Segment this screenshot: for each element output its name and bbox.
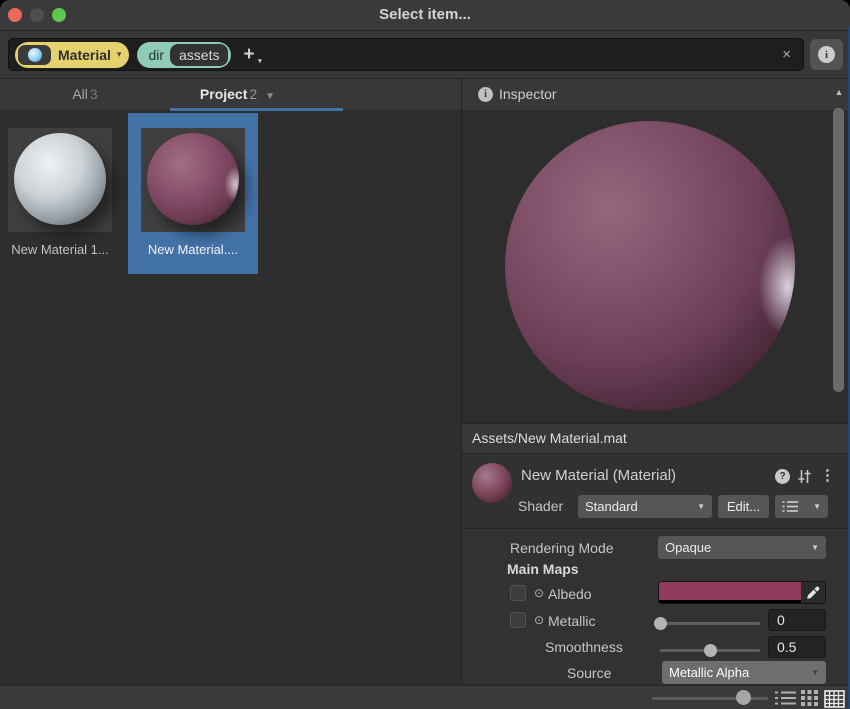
grid-view-icon[interactable] [801, 690, 819, 709]
metallic-texture-checkbox[interactable] [510, 612, 526, 628]
info-button[interactable]: i [810, 39, 843, 70]
inspector-info-icon: i [478, 87, 493, 102]
tabbar: All3 Project2 ▼ [0, 79, 461, 111]
list-icon [782, 500, 798, 513]
material-preview-panel[interactable] [462, 110, 850, 424]
help-icon[interactable]: ? [775, 469, 790, 484]
chevron-down-icon: ▼ [813, 502, 821, 511]
tab-project-count: 2 [249, 86, 257, 102]
tab-project[interactable]: Project2 ▼ [175, 86, 300, 102]
search-input[interactable]: Material ▾ dir assets + × [8, 38, 804, 71]
list-view-icon[interactable] [774, 690, 797, 709]
material-sphere-icon [28, 48, 42, 62]
filter-dir-chip[interactable]: dir assets [137, 42, 231, 68]
chevron-down-icon: ▼ [811, 668, 819, 677]
smoothness-slider-thumb[interactable] [704, 644, 717, 657]
material-properties: Rendering Mode Opaque ▼ Main Maps ⊙ Albe… [462, 529, 850, 684]
material-header: New Material (Material) ? ⋮ Shader Stand… [462, 454, 850, 529]
scroll-up-icon[interactable]: ▲ [833, 87, 845, 97]
eyedropper-icon[interactable] [801, 582, 825, 603]
search-toolbar: Material ▾ dir assets + × i [0, 31, 850, 79]
metallic-slider-thumb[interactable] [654, 617, 667, 630]
albedo-color-swatch[interactable] [659, 582, 801, 603]
window-title: Select item... [0, 6, 850, 23]
material-sphere-thumb-icon [472, 463, 512, 503]
albedo-texture-checkbox[interactable] [510, 585, 526, 601]
add-filter-button[interactable]: + [243, 45, 254, 64]
metallic-target-icon[interactable]: ⊙ [534, 613, 544, 627]
source-value: Metallic Alpha [669, 665, 749, 680]
dense-grid-view-icon[interactable] [824, 690, 845, 709]
asset-tile-label-selected: New Material.... [128, 242, 258, 257]
dir-filter-value: assets [179, 47, 219, 63]
filter-type-chip[interactable]: Material ▾ [15, 42, 129, 68]
source-label: Source [567, 665, 611, 681]
smoothness-label: Smoothness [545, 639, 623, 655]
asset-tile-new-material-1[interactable] [8, 128, 112, 232]
tab-all-count: 3 [90, 86, 98, 102]
source-dropdown[interactable]: Metallic Alpha ▼ [662, 661, 826, 684]
shader-label: Shader [518, 498, 563, 514]
rendering-mode-dropdown[interactable]: Opaque ▼ [658, 536, 826, 559]
albedo-target-icon[interactable]: ⊙ [534, 586, 544, 600]
shader-dropdown[interactable]: Standard ▼ [578, 495, 712, 518]
asset-tile-new-material[interactable] [141, 128, 245, 232]
asset-grid: New Material 1... New Material.... [0, 111, 461, 684]
metallic-label: Metallic [548, 613, 595, 629]
material-preview-gray-sphere [14, 133, 106, 225]
material-title: New Material (Material) [521, 467, 676, 484]
asset-tile-label: New Material 1... [0, 242, 120, 257]
asset-path-bar: Assets/New Material.mat [462, 424, 850, 454]
inspector-header: i Inspector [462, 79, 850, 111]
albedo-label: Albedo [548, 586, 592, 602]
clear-search-icon[interactable]: × [782, 46, 791, 64]
more-options-icon[interactable]: ⋮ [820, 466, 835, 484]
chevron-down-icon: ▾ [117, 49, 122, 60]
main-maps-heading: Main Maps [507, 561, 579, 577]
bottom-statusbar [0, 685, 850, 709]
material-type-iconbox [18, 45, 51, 65]
material-menu-dropdown[interactable]: ▼ [775, 495, 828, 518]
metallic-slider[interactable] [660, 622, 760, 625]
tab-all-label: All [72, 86, 88, 102]
edit-shader-button[interactable]: Edit... [718, 495, 769, 518]
chevron-down-icon: ▼ [697, 502, 705, 511]
dir-filter-valuebox: assets [170, 44, 228, 66]
metallic-value-field[interactable]: 0 [768, 609, 826, 631]
material-preview-sphere [505, 121, 795, 411]
rendering-mode-label: Rendering Mode [510, 540, 614, 556]
presets-icon[interactable] [797, 469, 812, 489]
shader-value: Standard [585, 499, 638, 514]
info-icon: i [818, 46, 835, 63]
albedo-color-field[interactable] [658, 581, 826, 604]
select-item-window: Select item... Material ▾ dir assets + ×… [0, 0, 850, 709]
smoothness-value-field[interactable]: 0.5 [768, 636, 826, 658]
asset-path: Assets/New Material.mat [472, 430, 627, 446]
filter-type-label: Material [58, 47, 111, 63]
tab-all[interactable]: All3 [50, 86, 120, 102]
dir-filter-key: dir [148, 47, 164, 63]
titlebar: Select item... [0, 0, 850, 31]
chevron-down-icon: ▼ [811, 543, 819, 552]
chevron-down-icon[interactable]: ▼ [265, 91, 275, 102]
thumbnail-size-slider-thumb[interactable] [736, 690, 751, 705]
scrollbar-thumb[interactable] [833, 108, 844, 392]
material-preview-maroon-sphere [147, 133, 239, 225]
rendering-mode-value: Opaque [665, 540, 711, 555]
inspector-title: Inspector [499, 86, 557, 102]
tab-project-label: Project [200, 86, 247, 102]
